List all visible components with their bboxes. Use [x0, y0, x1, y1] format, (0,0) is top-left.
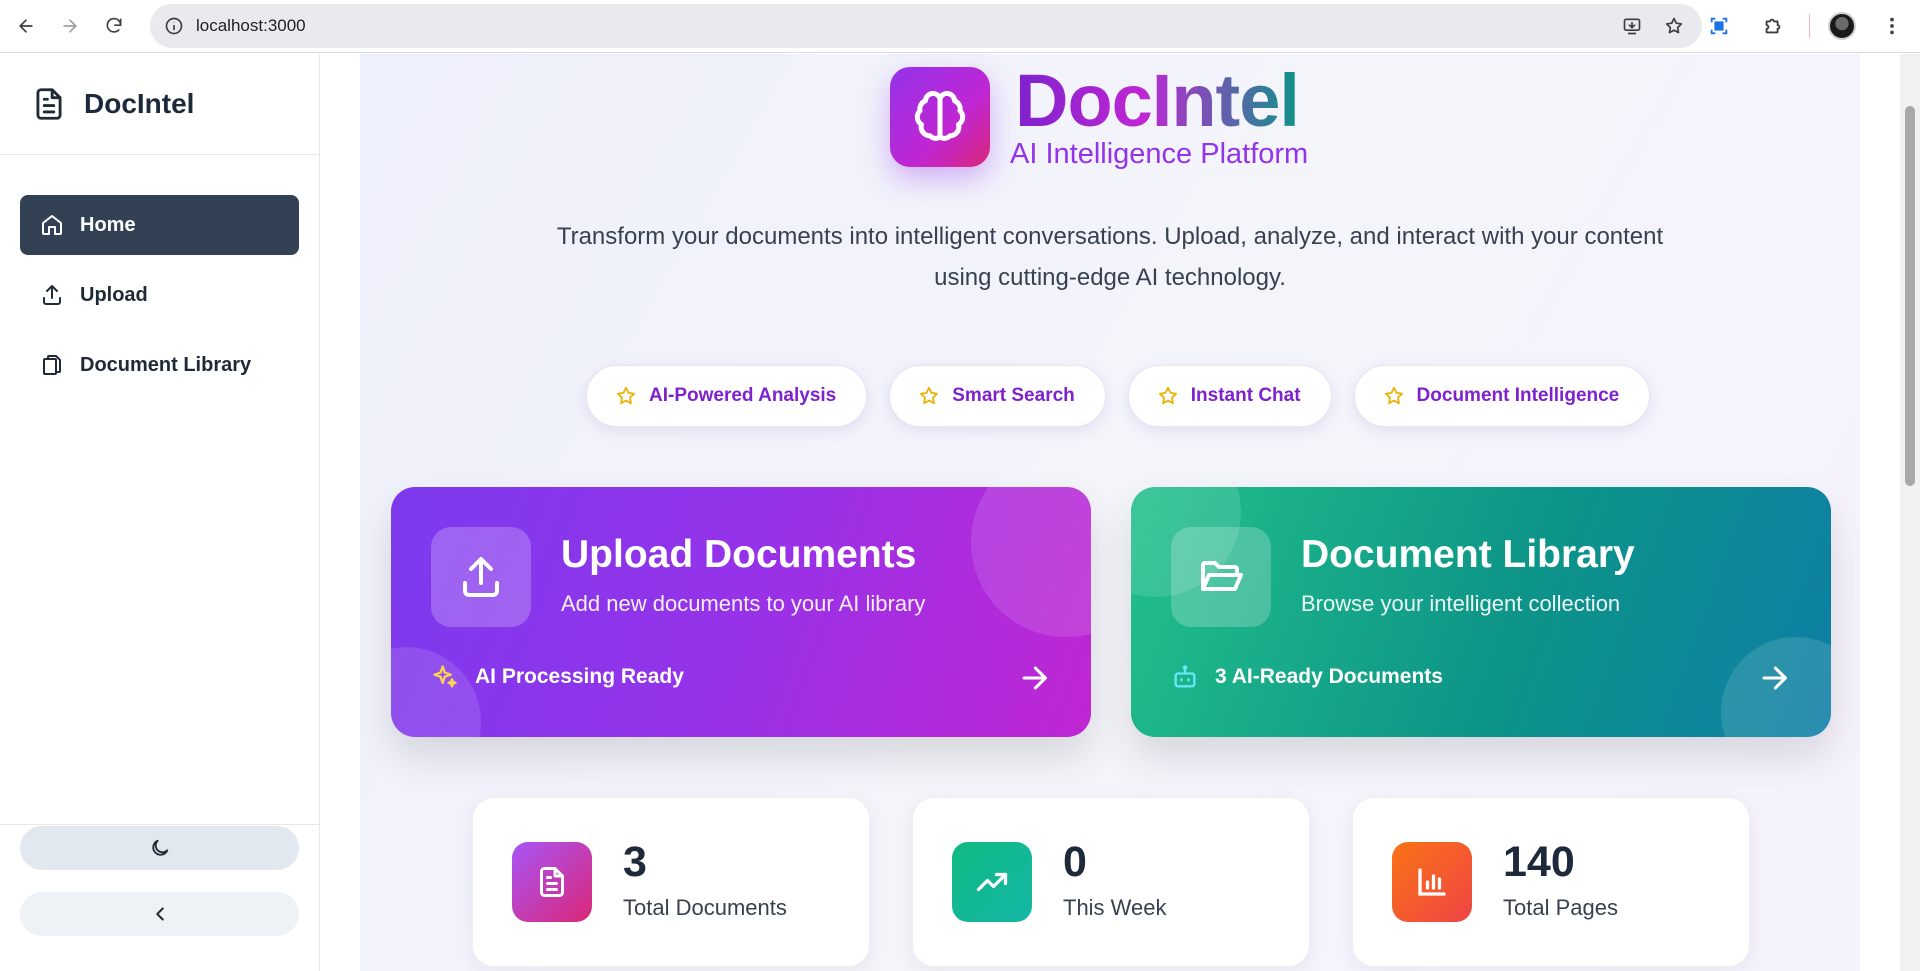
stat-card-total-documents: 3 Total Documents	[472, 797, 870, 967]
library-card-icon-box	[1171, 527, 1271, 627]
sparkles-icon	[433, 665, 457, 688]
card-title: Upload Documents	[561, 533, 917, 576]
sidebar: DocIntel Home Upload Document Library	[0, 54, 320, 971]
extensions-button[interactable]	[1755, 8, 1791, 44]
arrow-right-icon	[63, 19, 77, 33]
stat-value: 3	[623, 838, 647, 886]
feature-chip-instant-chat[interactable]: Instant Chat	[1127, 365, 1332, 427]
hero-logo	[890, 67, 990, 167]
stat-label: Total Documents	[623, 895, 787, 920]
hero-tagline: Transform your documents into intelligen…	[556, 223, 1664, 291]
stat-card-total-pages: 140 Total Pages	[1352, 797, 1750, 967]
feature-chip-document-intelligence[interactable]: Document Intelligence	[1353, 365, 1651, 427]
sidebar-item-home[interactable]: Home	[20, 195, 299, 255]
star-icon	[1384, 386, 1403, 405]
collapse-sidebar-button[interactable]	[20, 892, 299, 936]
feature-chips: AI-Powered Analysis Smart Search Instant…	[586, 365, 1651, 427]
card-footer: 3 AI-Ready Documents	[1171, 663, 1443, 691]
reload-icon	[106, 17, 122, 33]
stat-card-this-week: 0 This Week	[912, 797, 1310, 967]
trending-up-icon	[976, 872, 1008, 892]
star-icon	[920, 386, 939, 405]
sidebar-item-label: Upload	[80, 283, 148, 306]
sidebar-item-upload[interactable]: Upload	[20, 265, 299, 325]
chevron-left-icon	[155, 907, 164, 921]
brand-name: DocIntel	[84, 88, 195, 119]
stat-value: 0	[1063, 838, 1087, 886]
scrollbar-thumb[interactable]	[1905, 106, 1915, 486]
feature-chip-label: Document Intelligence	[1416, 385, 1620, 406]
upload-card-icon-box	[431, 527, 531, 627]
moon-icon	[151, 839, 168, 856]
upload-documents-card[interactable]: Upload Documents Add new documents to yo…	[391, 487, 1091, 737]
sidebar-menu: Home Upload Document Library	[0, 155, 319, 395]
copy-icon	[43, 355, 61, 375]
hero-title: DocIntel	[1015, 59, 1300, 142]
sidebar-item-document-library[interactable]: Document Library	[20, 335, 299, 395]
bookmark-star-icon[interactable]	[1664, 16, 1684, 36]
bar-chart-icon	[1418, 868, 1446, 896]
browser-toolbar: localhost:3000	[0, 0, 1920, 53]
back-button[interactable]	[8, 8, 44, 44]
arrow-right-icon[interactable]	[1017, 661, 1051, 695]
profile-avatar[interactable]	[1828, 12, 1856, 40]
screen-capture-button[interactable]	[1701, 8, 1737, 44]
arrow-right-icon[interactable]	[1757, 661, 1791, 695]
feature-chip-label: Smart Search	[952, 385, 1075, 406]
browser-menu-button[interactable]	[1874, 8, 1910, 44]
card-footer: AI Processing Ready	[431, 663, 684, 691]
card-title: Document Library	[1301, 533, 1635, 576]
stat-icon-box	[952, 842, 1032, 922]
card-subtitle: Add new documents to your AI library	[561, 591, 926, 616]
decorative-bubble	[971, 487, 1091, 637]
sidebar-brand[interactable]: DocIntel	[0, 54, 319, 155]
upload-icon	[43, 285, 61, 305]
page-scrollbar[interactable]	[1900, 54, 1920, 971]
puzzle-icon	[1765, 18, 1781, 34]
bot-icon	[1174, 665, 1196, 688]
decorative-bubble	[391, 647, 481, 737]
file-text-icon	[540, 867, 564, 897]
folder-open-icon	[1201, 561, 1243, 591]
arrow-left-icon	[19, 19, 33, 33]
theme-toggle-button[interactable]	[20, 826, 299, 870]
address-bar[interactable]: localhost:3000	[150, 4, 1702, 48]
feature-chip-ai-analysis[interactable]: AI-Powered Analysis	[586, 365, 868, 427]
star-icon	[617, 386, 635, 405]
sidebar-footer	[0, 824, 319, 971]
forward-button[interactable]	[52, 8, 88, 44]
upload-icon	[463, 557, 499, 597]
sidebar-item-label: Document Library	[80, 353, 252, 376]
brain-icon	[914, 90, 966, 141]
feature-chip-label: AI-Powered Analysis	[649, 385, 837, 406]
stat-icon-box	[512, 842, 592, 922]
url-text[interactable]: localhost:3000	[196, 16, 306, 36]
document-logo-icon	[36, 88, 62, 120]
feature-chip-smart-search[interactable]: Smart Search	[889, 365, 1106, 427]
card-footer-label: 3 AI-Ready Documents	[1215, 665, 1443, 688]
more-vert-icon	[1890, 17, 1894, 35]
star-icon	[1158, 386, 1177, 405]
main-content: DocIntel AI Intelligence Platform Transf…	[360, 54, 1860, 971]
home-icon	[42, 215, 62, 235]
stat-label: Total Pages	[1503, 895, 1618, 920]
hero-subtitle: AI Intelligence Platform	[1010, 138, 1309, 170]
card-footer-label: AI Processing Ready	[475, 665, 684, 688]
feature-chip-label: Instant Chat	[1190, 385, 1301, 406]
stat-icon-box	[1392, 842, 1472, 922]
toolbar-separator	[1809, 14, 1810, 38]
capture-icon	[1710, 17, 1728, 35]
card-subtitle: Browse your intelligent collection	[1301, 591, 1621, 616]
stat-value: 140	[1503, 838, 1575, 886]
reload-button[interactable]	[96, 8, 132, 44]
site-info-icon[interactable]	[164, 16, 184, 36]
sidebar-item-label: Home	[80, 213, 136, 236]
stat-label: This Week	[1063, 895, 1167, 920]
install-app-icon[interactable]	[1622, 16, 1642, 36]
document-library-card[interactable]: Document Library Browse your intelligent…	[1131, 487, 1831, 737]
